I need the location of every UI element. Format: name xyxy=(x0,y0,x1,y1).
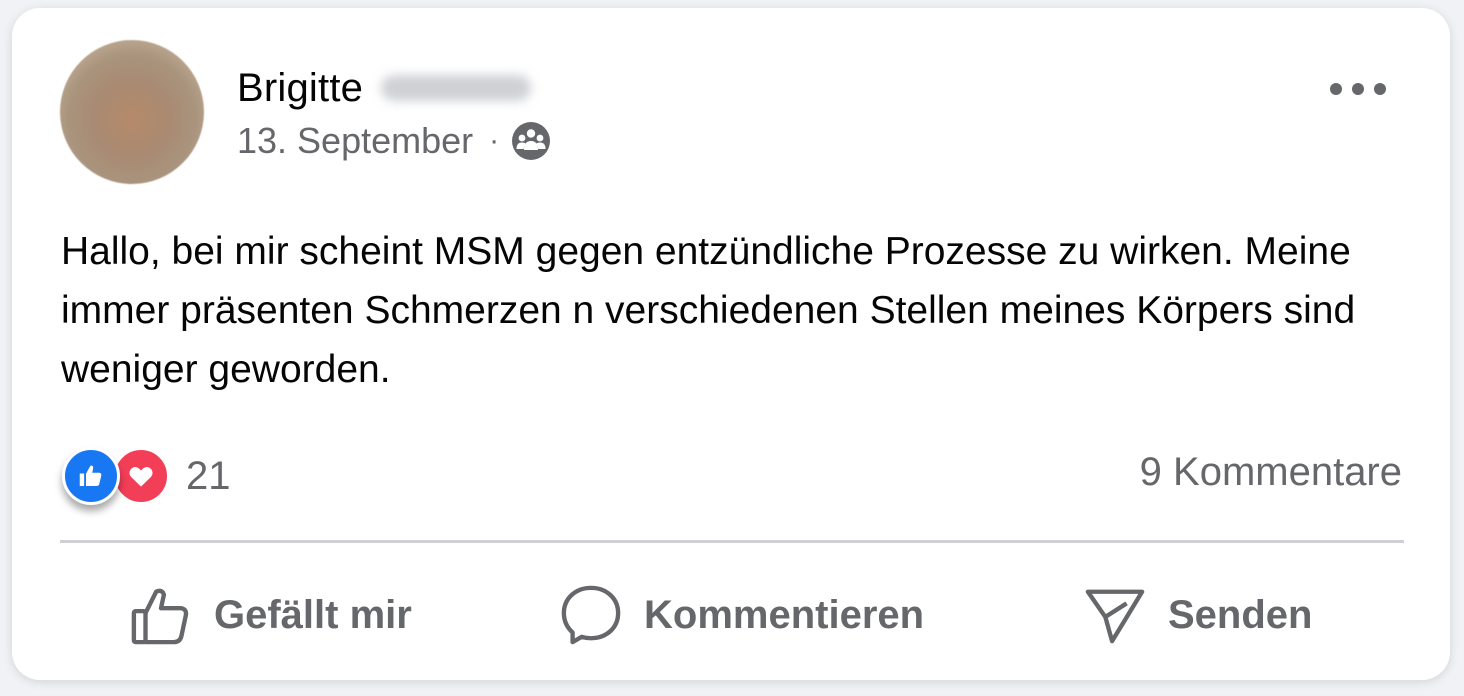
like-button[interactable]: Gefällt mir xyxy=(130,580,412,650)
like-reaction-icon xyxy=(62,447,120,505)
author-name[interactable]: Brigitte xyxy=(237,66,363,111)
post-body: Hallo, bei mir scheint MSM gegen entzünd… xyxy=(61,230,1356,391)
meta-separator: · xyxy=(489,124,500,157)
comment-button[interactable]: Kommentieren xyxy=(560,580,924,650)
redacted-surname xyxy=(381,75,532,101)
comment-bubble-icon xyxy=(561,585,621,645)
author-row: Brigitte xyxy=(237,64,532,112)
more-dot xyxy=(1374,83,1386,95)
send-label: Senden xyxy=(1168,592,1313,637)
reaction-count: 21 xyxy=(186,453,231,498)
like-label: Gefällt mir xyxy=(214,592,412,637)
send-button[interactable]: Senden xyxy=(1084,580,1312,650)
more-options-icon[interactable] xyxy=(1330,74,1386,104)
send-icon xyxy=(1085,589,1145,644)
more-dot xyxy=(1330,83,1342,95)
love-reaction-icon xyxy=(112,447,170,505)
action-divider xyxy=(60,540,1404,543)
more-dot xyxy=(1352,83,1364,95)
post-card: Brigitte 13. September · Hallo, bei mir … xyxy=(12,8,1450,680)
comment-label: Kommentieren xyxy=(644,592,925,637)
post-date[interactable]: 13. September xyxy=(237,120,473,162)
thumbs-up-icon xyxy=(131,588,189,645)
group-icon[interactable] xyxy=(511,121,551,161)
comment-count-link[interactable]: 9 Kommentare xyxy=(1140,450,1402,495)
author-avatar[interactable] xyxy=(60,40,204,184)
post-meta: 13. September · xyxy=(237,118,551,164)
reactions-summary[interactable]: 21 xyxy=(62,447,231,505)
